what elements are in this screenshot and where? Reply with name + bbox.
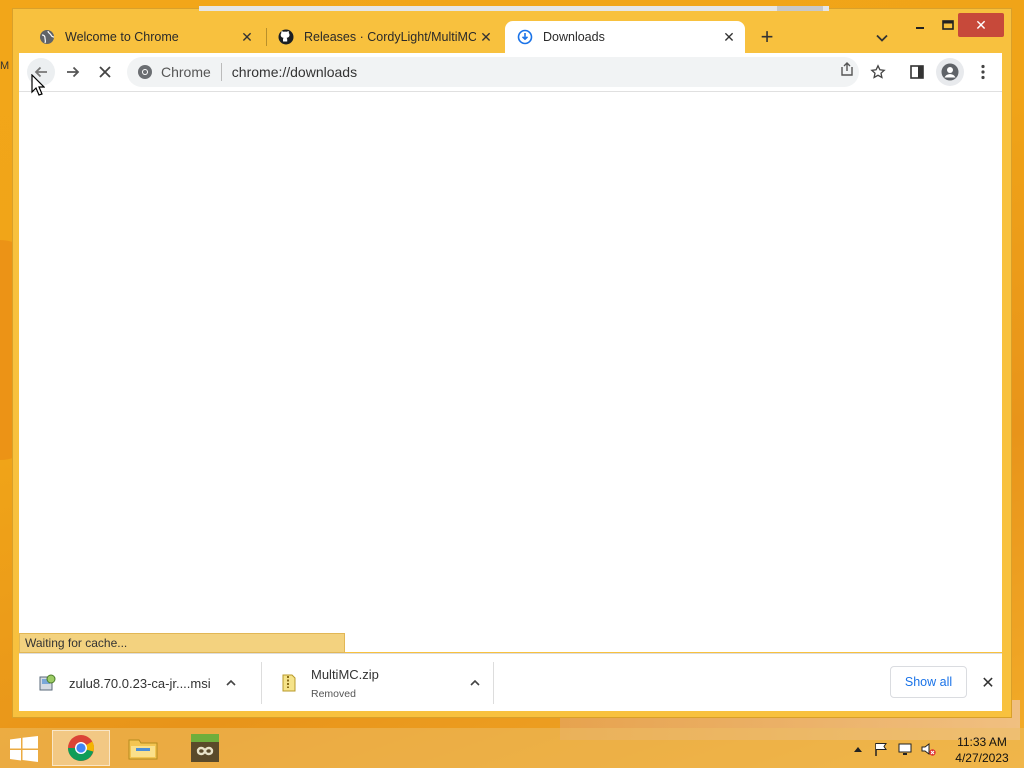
chevron-up-icon[interactable] <box>466 674 484 692</box>
multimc-icon[interactable] <box>176 730 234 766</box>
downloads-icon <box>517 29 533 45</box>
clock-time: 11:33 AM <box>957 735 1007 749</box>
browser-window: Welcome to Chrome ✕ Releases · CordyLigh… <box>12 6 1012 718</box>
download-shelf: zulu8.70.0.23-ca-jr....msi MultiMC.zip R… <box>19 653 1002 711</box>
download-status: Removed <box>311 687 356 700</box>
windows-start-icon[interactable] <box>10 736 38 762</box>
tab-welcome[interactable]: Welcome to Chrome ✕ <box>27 21 263 53</box>
bookmark-star-icon[interactable] <box>864 58 892 86</box>
tab-close-icon[interactable]: ✕ <box>476 27 496 47</box>
chrome-icon[interactable] <box>52 730 110 766</box>
tab-close-icon[interactable]: ✕ <box>719 27 739 47</box>
address-bar[interactable]: Chrome chrome://downloads <box>127 57 859 87</box>
taskbar-clock[interactable]: 11:33 AM 4/27/2023 <box>950 734 1014 766</box>
tab-search-chevron-icon[interactable] <box>871 27 893 49</box>
network-icon[interactable] <box>897 741 913 757</box>
omnibox-divider <box>220 63 222 81</box>
tab-title: Releases · CordyLight/MultiMC5- <box>304 30 476 44</box>
top-scrollbar-thumb[interactable] <box>777 6 823 11</box>
tray-expand-icon[interactable] <box>850 741 866 757</box>
tab-title: Downloads <box>543 30 605 44</box>
side-panel-icon[interactable] <box>903 58 931 86</box>
site-chip-label: Chrome <box>161 64 211 80</box>
top-scrollbar[interactable] <box>199 6 829 11</box>
download-filename: MultiMC.zip <box>311 666 379 682</box>
desktop-edge-text: M <box>0 60 10 72</box>
show-all-button[interactable]: Show all <box>890 666 967 698</box>
mouse-cursor-icon <box>31 74 45 96</box>
stop-loading-icon[interactable] <box>91 58 119 86</box>
close-shelf-icon[interactable]: ✕ <box>977 672 999 694</box>
browser-toolbar: Chrome chrome://downloads <box>19 53 1002 91</box>
zip-file-icon <box>282 674 296 692</box>
globe-icon <box>39 29 55 45</box>
action-center-flag-icon[interactable] <box>873 741 889 757</box>
clock-date: 4/27/2023 <box>955 751 1009 765</box>
chrome-site-icon <box>138 65 152 79</box>
github-icon <box>278 29 294 45</box>
profile-avatar-icon[interactable] <box>936 58 964 86</box>
download-text-group: MultiMC.zip Removed <box>311 667 379 700</box>
url-text[interactable]: chrome://downloads <box>232 64 357 80</box>
download-filename: zulu8.70.0.23-ca-jr....msi <box>69 675 211 691</box>
download-item-zulu[interactable]: zulu8.70.0.23-ca-jr....msi <box>19 654 255 712</box>
maximize-icon[interactable] <box>937 13 959 37</box>
download-separator <box>493 662 494 704</box>
tab-close-icon[interactable]: ✕ <box>237 27 257 47</box>
chevron-up-icon[interactable] <box>222 674 240 692</box>
tab-title: Welcome to Chrome <box>65 30 179 44</box>
tab-downloads[interactable]: Downloads ✕ <box>505 21 745 53</box>
new-tab-button[interactable]: + <box>755 24 779 49</box>
page-content <box>19 91 1002 652</box>
taskbar: 11:33 AM 4/27/2023 <box>0 728 1024 768</box>
status-bubble: Waiting for cache... <box>19 633 345 653</box>
forward-arrow-icon[interactable] <box>59 58 87 86</box>
file-explorer-icon[interactable] <box>114 730 172 766</box>
share-icon[interactable] <box>837 59 857 79</box>
tab-releases[interactable]: Releases · CordyLight/MultiMC5- ✕ <box>266 21 502 53</box>
download-item-multimc[interactable]: MultiMC.zip Removed <box>261 654 493 712</box>
window-close-button[interactable]: ✕ <box>958 13 1004 37</box>
volume-muted-icon[interactable] <box>920 741 936 757</box>
minimize-icon[interactable] <box>909 13 931 37</box>
more-menu-icon[interactable] <box>969 58 997 86</box>
site-chip[interactable]: Chrome <box>127 64 211 80</box>
msi-installer-icon <box>39 674 56 691</box>
